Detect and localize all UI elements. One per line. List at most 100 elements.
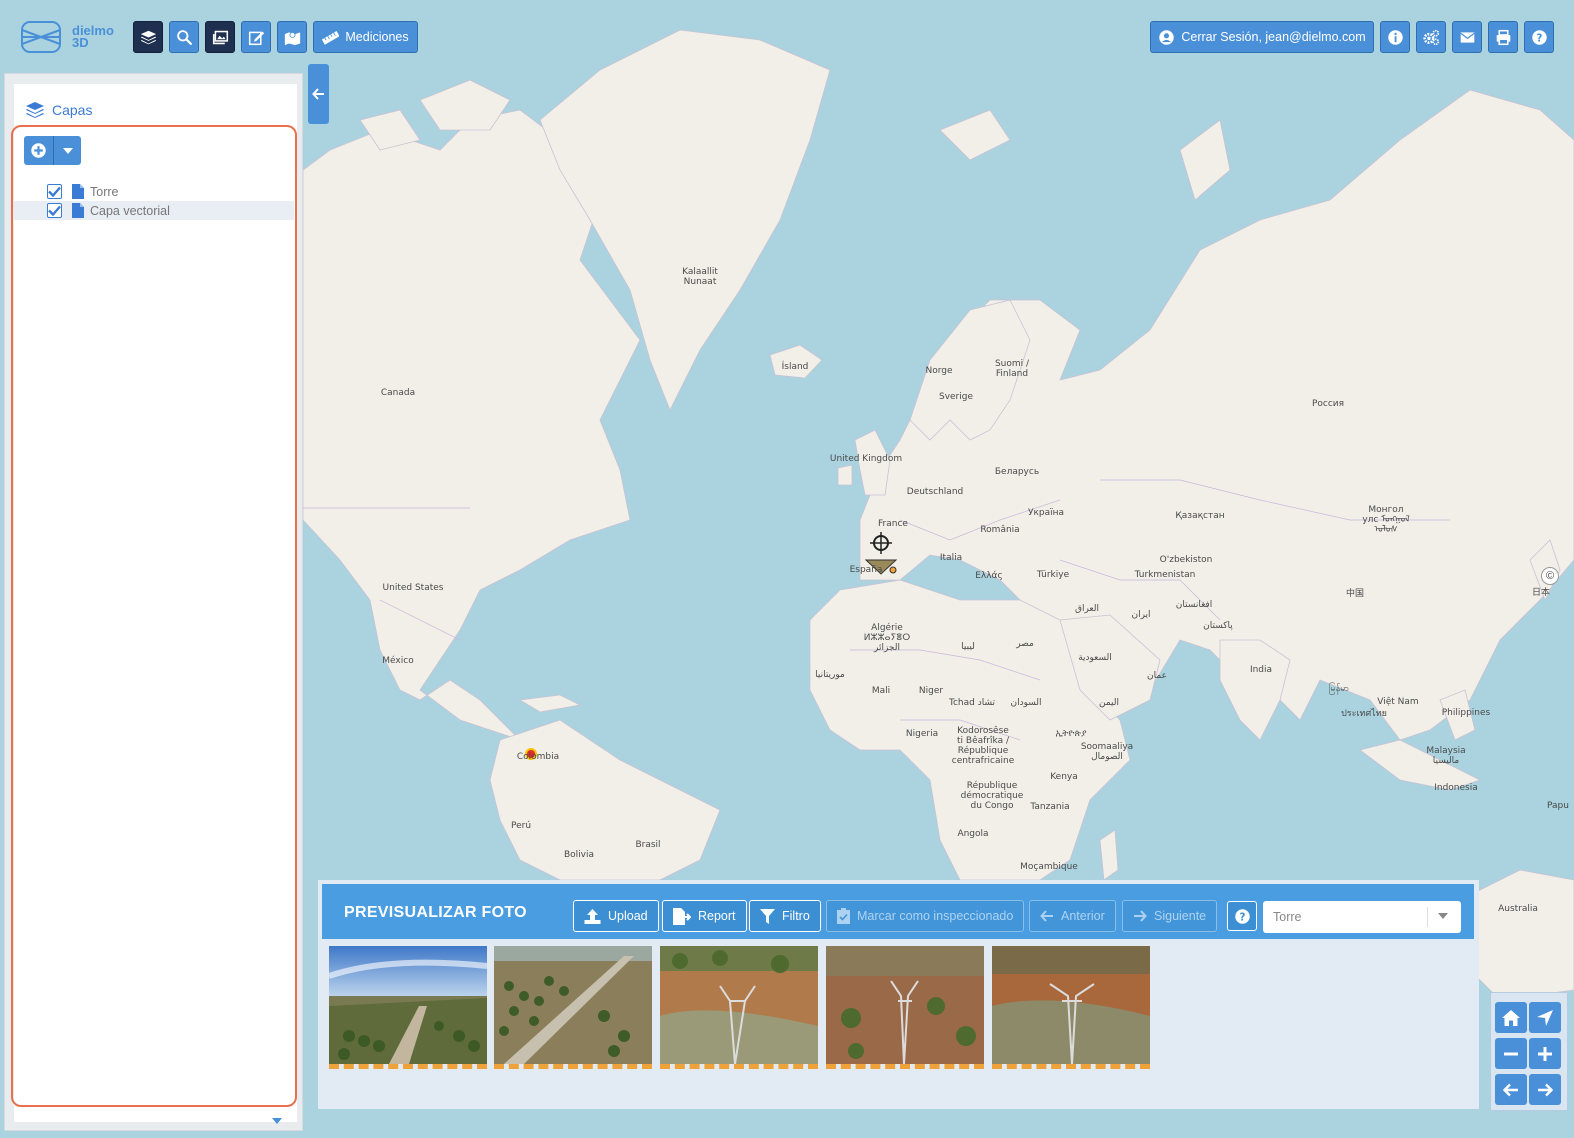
add-layer-button[interactable] — [24, 136, 54, 165]
upload-label: Upload — [608, 909, 648, 923]
filter-label: Filtro — [782, 909, 810, 923]
preview-help-button[interactable]: ? — [1227, 901, 1257, 931]
edit-button[interactable] — [241, 21, 271, 53]
info-button[interactable] — [1380, 21, 1410, 53]
map-place-label: Ελλάς — [975, 571, 1003, 581]
map-place-label: မြန်မာ — [1328, 684, 1350, 694]
layer-checkbox[interactable] — [47, 203, 62, 218]
map-place-label: Canada — [380, 388, 416, 398]
images-button[interactable] — [205, 21, 235, 53]
photo-2 — [494, 946, 652, 1064]
layer-item-torre[interactable]: Torre — [14, 182, 294, 201]
home-icon — [1502, 1009, 1520, 1026]
svg-text:?: ? — [1239, 912, 1245, 923]
mark-inspected-label: Marcar como inspeccionado — [857, 909, 1014, 923]
map-place-label: پاکستان — [1203, 621, 1233, 631]
layer-select[interactable]: Torre — [1263, 901, 1461, 933]
arrow-left-icon — [1503, 1083, 1518, 1096]
photo-3 — [660, 946, 818, 1064]
plus-circle-icon — [31, 143, 46, 158]
photo-thumbnail[interactable] — [329, 946, 487, 1069]
add-layer-group — [24, 136, 81, 165]
map-place-label: Қазақстан — [1175, 511, 1225, 521]
photo-thumbnail[interactable] — [826, 946, 984, 1069]
map-place-label: France — [878, 519, 908, 529]
clipboard-check-icon — [837, 908, 850, 924]
question-icon: ? — [1234, 908, 1250, 924]
layers-icon — [140, 30, 156, 44]
layer-select-value: Torre — [1273, 910, 1302, 924]
map-place-label: Philippines — [1441, 708, 1491, 718]
mail-button[interactable] — [1452, 21, 1482, 53]
map-place-label: Malaysia ماليسيا — [1426, 746, 1466, 766]
user-icon — [1159, 29, 1175, 45]
previous-label: Anterior — [1061, 909, 1105, 923]
map-place-label: Sverige — [938, 392, 974, 402]
map-place-label: العراق — [1074, 604, 1100, 614]
map-place-label: Norge — [925, 366, 953, 376]
caret-down-icon — [1438, 913, 1448, 919]
map-place-label: السعودية — [1078, 653, 1112, 663]
next-view-button[interactable] — [1529, 1074, 1561, 1105]
map-place-label: United Kingdom — [829, 454, 903, 464]
map-place-label: Perú — [510, 821, 532, 831]
attribution-icon[interactable]: © — [1541, 567, 1559, 585]
file-icon — [72, 184, 84, 199]
home-button[interactable] — [1495, 1002, 1527, 1033]
file-icon — [72, 203, 84, 218]
edit-icon — [248, 31, 264, 45]
mark-inspected-button[interactable]: Marcar como inspeccionado — [826, 900, 1025, 932]
layers-panel: Capas Torre Capa vectorial — [4, 73, 303, 1131]
settings-button[interactable] — [1416, 21, 1446, 53]
map-place-label: Angola — [957, 829, 989, 839]
map-place-label: Kodorosêse ti Bêafrîka / République cent… — [951, 726, 1015, 766]
map-controls — [1490, 992, 1568, 1111]
previous-view-button[interactable] — [1495, 1074, 1527, 1105]
help-button[interactable]: ? — [1524, 21, 1554, 53]
map-place-label: ليبيا — [961, 642, 975, 652]
previous-button[interactable]: Anterior — [1029, 900, 1116, 932]
caret-down-icon[interactable] — [272, 1118, 282, 1124]
caret-down-icon — [62, 147, 73, 154]
images-icon — [212, 30, 228, 44]
photo-thumbnail[interactable] — [992, 946, 1150, 1069]
layer-name: Capa vectorial — [90, 203, 170, 218]
map-place-label: España — [849, 565, 883, 575]
layer-name: Torre — [90, 184, 119, 199]
measurements-label: Mediciones — [345, 30, 409, 44]
layer-checkbox[interactable] — [47, 184, 62, 199]
layers-icon — [26, 102, 44, 118]
search-button[interactable] — [169, 21, 199, 53]
report-button[interactable]: Report — [662, 900, 747, 932]
map-place-label: République démocratique du Congo — [960, 781, 1024, 811]
check-icon — [48, 186, 61, 197]
add-layer-dropdown[interactable] — [54, 136, 81, 165]
photo-thumbnail[interactable] — [494, 946, 652, 1069]
map-marker-icon — [284, 31, 300, 45]
layers-button[interactable] — [133, 21, 163, 53]
print-icon — [1496, 29, 1510, 45]
arrow-right-icon — [1538, 1083, 1553, 1096]
map-place-label: India — [1249, 665, 1273, 675]
next-button[interactable]: Siguiente — [1122, 900, 1218, 932]
photo-thumbnail[interactable] — [660, 946, 818, 1069]
upload-button[interactable]: Upload — [573, 900, 659, 932]
zoom-out-button[interactable] — [1495, 1038, 1527, 1069]
map-place-label: Italia — [939, 553, 963, 563]
question-icon: ? — [1531, 29, 1547, 45]
photo-4 — [826, 946, 984, 1064]
layer-item-capa-vectorial[interactable]: Capa vectorial — [14, 201, 294, 220]
photo-5 — [992, 946, 1150, 1064]
zoom-in-button[interactable] — [1529, 1038, 1561, 1069]
map-button[interactable] — [277, 21, 307, 53]
map-place-label: Brasil — [635, 840, 661, 850]
print-button[interactable] — [1488, 21, 1518, 53]
measurements-button[interactable]: Mediciones — [313, 21, 418, 53]
locate-button[interactable] — [1529, 1002, 1561, 1033]
collapse-panel-button[interactable] — [308, 64, 329, 124]
map-place-label: Türkiye — [1036, 570, 1070, 580]
map-place-label: Moçambique — [1020, 862, 1078, 872]
gears-icon — [1422, 29, 1439, 45]
filter-button[interactable]: Filtro — [749, 900, 821, 932]
logout-button[interactable]: Cerrar Sesión, jean@dielmo.com — [1150, 21, 1374, 53]
